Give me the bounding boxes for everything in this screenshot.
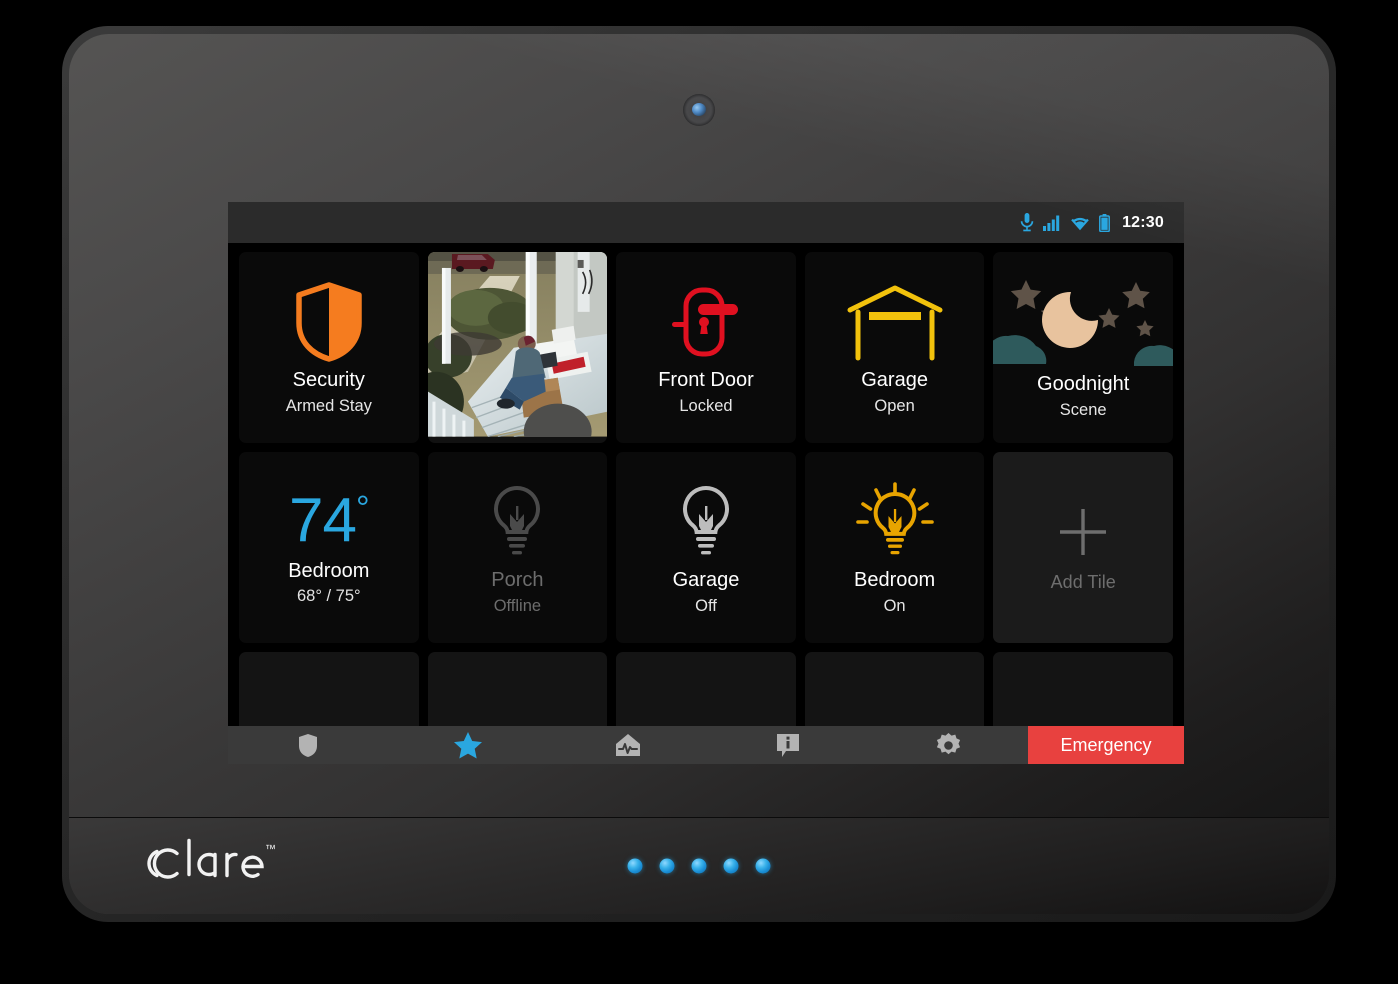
tile-grid: Security Armed Stay Front Door Locked Ga…: [228, 243, 1184, 764]
info-bubble-icon: [777, 733, 799, 757]
bottom-nav-bar: Emergency: [228, 726, 1184, 764]
tile-title: Garage: [672, 569, 740, 591]
signal-bars-icon: [1043, 215, 1060, 231]
tile-title: Porch: [491, 569, 544, 591]
nav-item-security[interactable]: [228, 726, 388, 764]
led-indicator: [659, 858, 675, 874]
status-clock: 12:30: [1122, 213, 1164, 231]
door-lock-icon: [664, 278, 748, 362]
led-indicator: [723, 858, 739, 874]
tile-goodnight-scene[interactable]: Goodnight Scene: [993, 252, 1173, 443]
lightbulb-icon: [677, 478, 735, 562]
tile-porch-light[interactable]: Porch Offline: [427, 452, 608, 643]
tile-status: On: [883, 597, 906, 615]
tile-status: Scene: [1059, 401, 1107, 419]
gear-icon: [936, 732, 960, 754]
home-pulse-icon: [616, 734, 640, 756]
tile-thermostat[interactable]: 74° Bedroom 68° / 75°: [239, 452, 419, 643]
tile-bedroom-light[interactable]: Bedroom On: [804, 452, 985, 643]
shield-icon: [299, 734, 317, 757]
tile-title: Add Tile: [1050, 572, 1116, 592]
tile-garage-light[interactable]: Garage Off: [616, 452, 796, 643]
trademark-symbol: ™: [265, 844, 276, 856]
tablet-bezel: 12:30 Security Armed Stay Front Door Loc…: [69, 34, 1329, 914]
microphone-icon: [1020, 213, 1034, 232]
nav-item-info[interactable]: [708, 726, 868, 764]
tile-garage-door[interactable]: Garage Open: [804, 252, 985, 443]
tile-title: Front Door: [658, 369, 754, 391]
temperature-value: 74: [289, 486, 357, 555]
device-bottom-bezel: ™: [69, 817, 1329, 914]
nav-item-home-health[interactable]: [548, 726, 708, 764]
tile-add-tile[interactable]: Add Tile: [993, 452, 1173, 643]
tile-camera[interactable]: [427, 252, 608, 443]
led-indicator: [691, 858, 707, 874]
led-indicator-group: [627, 858, 771, 874]
tile-title: Goodnight: [1037, 373, 1130, 395]
garage-door-icon: [846, 278, 944, 362]
tile-status: Open: [874, 397, 915, 415]
status-bar: 12:30: [228, 202, 1184, 243]
battery-icon: [1099, 213, 1111, 232]
touchscreen: 12:30 Security Armed Stay Front Door Loc…: [228, 202, 1184, 764]
tile-status: Offline: [493, 597, 542, 615]
nav-item-favorites[interactable]: [388, 726, 548, 764]
tile-status: Armed Stay: [285, 397, 372, 415]
tile-security[interactable]: Security Armed Stay: [239, 252, 419, 443]
led-indicator: [627, 858, 643, 874]
tile-status: Off: [695, 597, 717, 615]
lightbulb-icon: [488, 478, 546, 562]
camera-feed: [427, 252, 608, 437]
tile-status: Locked: [679, 397, 733, 415]
lightbulb-on-icon: [852, 478, 938, 562]
tile-front-door[interactable]: Front Door Locked: [616, 252, 796, 443]
front-camera-icon: [683, 94, 715, 126]
shield-icon: [293, 278, 365, 362]
moon-stars-icon: [993, 274, 1173, 366]
thermostat-setpoints: 68° / 75°: [296, 587, 361, 605]
led-indicator: [755, 858, 771, 874]
thermostat-temperature: 74°: [289, 486, 370, 555]
tile-title: Bedroom: [288, 560, 370, 582]
tile-title: Garage: [861, 369, 928, 391]
wifi-icon: [1071, 216, 1089, 230]
tablet-device: 12:30 Security Armed Stay Front Door Loc…: [62, 26, 1336, 922]
nav-item-settings[interactable]: [868, 726, 1028, 764]
emergency-button[interactable]: Emergency: [1028, 726, 1184, 764]
tile-title: Bedroom: [854, 569, 936, 591]
clare-logo: ™: [143, 837, 279, 896]
degree-symbol: °: [355, 489, 370, 528]
tile-title: Security: [292, 369, 365, 391]
star-icon: [454, 731, 482, 758]
plus-icon: [1056, 500, 1110, 564]
